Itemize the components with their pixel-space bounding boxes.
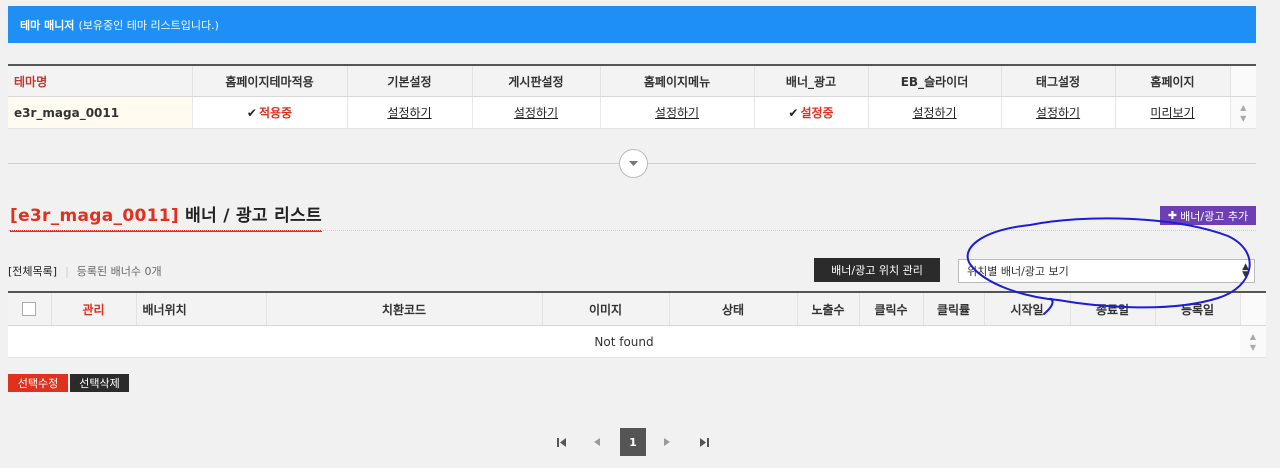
- col-registered: 등록일: [1155, 291, 1241, 326]
- board-settings-link[interactable]: 설정하기: [514, 106, 558, 120]
- top-banner: 테마 매니저 (보유중인 테마 리스트입니다.): [8, 6, 1256, 43]
- col-slider: EB_슬라이더: [868, 64, 1002, 97]
- header-spacer: [1230, 64, 1256, 97]
- theme-table-header: 테마명 홈페이지테마적용 기본설정 게시판설정 홈페이지메뉴 배너_광고 EB_…: [8, 64, 1256, 97]
- position-filter-select[interactable]: 위치별 배너/광고 보기 ▲ ▼: [958, 259, 1255, 283]
- registered-count: 등록된 배너수 0개: [76, 265, 162, 278]
- slider-settings-link[interactable]: 설정하기: [912, 106, 956, 120]
- basic-settings-link[interactable]: 설정하기: [387, 106, 431, 120]
- col-menu: 홈페이지메뉴: [600, 64, 755, 97]
- col-apply: 홈페이지테마적용: [192, 64, 348, 97]
- last-page-icon[interactable]: [693, 428, 715, 456]
- table-row: Not found ▲ ▼: [8, 325, 1266, 358]
- theme-name-cell: e3r_maga_0011: [8, 96, 193, 129]
- title-bracket-open: [: [10, 206, 19, 226]
- all-list-link[interactable]: [전체목록]: [8, 265, 57, 278]
- banner-table: 관리 배너위치 치환코드 이미지 상태 노출수 클릭수 클릭률 시작일 종료일 …: [8, 291, 1266, 358]
- col-theme-name: 테마명: [8, 64, 193, 97]
- check-icon: ✔: [246, 106, 257, 120]
- col-home: 홈페이지: [1115, 64, 1231, 97]
- manage-position-button[interactable]: 배너/광고 위치 관리: [814, 258, 940, 282]
- title-text: 배너 / 광고 리스트: [178, 206, 322, 226]
- title-bracket-close: ]: [170, 206, 179, 226]
- next-page-icon[interactable]: [656, 428, 678, 456]
- header-spacer: [1240, 291, 1266, 326]
- chevron-down-icon[interactable]: [619, 149, 648, 178]
- col-impressions: 노출수: [797, 291, 860, 326]
- plus-icon: ✚: [1167, 209, 1178, 222]
- scroll-up-icon[interactable]: ▲: [1250, 331, 1256, 342]
- col-start: 시작일: [984, 291, 1071, 326]
- col-end: 종료일: [1070, 291, 1156, 326]
- menu-settings-link[interactable]: 설정하기: [655, 106, 699, 120]
- add-banner-button[interactable]: ✚ 배너/광고 추가: [1160, 206, 1256, 225]
- select-value: 위치별 배너/광고 보기: [967, 265, 1069, 278]
- summary-separator: |: [65, 265, 69, 278]
- delete-selected-button[interactable]: 선택삭제: [70, 374, 129, 392]
- col-code: 치환코드: [266, 291, 543, 326]
- select-arrows-icon: ▲ ▼: [1242, 262, 1249, 280]
- col-state: 상태: [669, 291, 798, 326]
- col-tag: 태그설정: [1001, 64, 1116, 97]
- title-rule: [8, 230, 1256, 231]
- banner-status: ✔ 설정중: [754, 96, 869, 129]
- col-board: 게시판설정: [472, 64, 601, 97]
- empty-message: Not found: [8, 325, 1240, 358]
- scroll-up-icon[interactable]: ▲: [1240, 102, 1246, 113]
- scroll-down-icon[interactable]: ▼: [1250, 342, 1256, 353]
- theme-table: 테마명 홈페이지테마적용 기본설정 게시판설정 홈페이지메뉴 배너_광고 EB_…: [8, 64, 1256, 129]
- col-clicks: 클릭수: [859, 291, 924, 326]
- select-all-checkbox[interactable]: [8, 291, 52, 326]
- apply-status: ✔ 적용중: [192, 96, 348, 129]
- banner-table-header: 관리 배너위치 치환코드 이미지 상태 노출수 클릭수 클릭률 시작일 종료일 …: [8, 291, 1266, 326]
- col-banner: 배너_광고: [754, 64, 869, 97]
- prev-page-icon[interactable]: [586, 428, 608, 456]
- col-image: 이미지: [542, 291, 670, 326]
- banner-status-label[interactable]: 설정중: [800, 106, 833, 120]
- title-theme-name: e3r_maga_0011: [18, 206, 171, 226]
- col-ctr: 클릭률: [923, 291, 985, 326]
- page-title: [e3r_maga_0011] 배너 / 광고 리스트: [10, 201, 322, 232]
- page-current[interactable]: 1: [620, 428, 646, 456]
- banner-subtitle: (보유중인 테마 리스트입니다.): [78, 18, 219, 32]
- col-basic: 기본설정: [347, 64, 473, 97]
- table-scrollbar[interactable]: ▲ ▼: [1230, 96, 1256, 129]
- list-summary: [전체목록] | 등록된 배너수 0개: [8, 263, 162, 279]
- edit-selected-button[interactable]: 선택수정: [8, 374, 68, 392]
- col-manage: 관리: [51, 291, 137, 326]
- check-icon: ✔: [788, 106, 799, 120]
- add-banner-label: 배너/광고 추가: [1180, 209, 1249, 223]
- scroll-down-icon[interactable]: ▼: [1240, 113, 1246, 124]
- banner-title: 테마 매니저: [20, 18, 75, 32]
- tag-settings-link[interactable]: 설정하기: [1036, 106, 1080, 120]
- apply-status-label: 적용중: [258, 106, 293, 120]
- col-position: 배너위치: [136, 291, 267, 326]
- table-row: e3r_maga_0011 ✔ 적용중 설정하기 설정하기 설정하기 ✔ 설정중 설…: [8, 96, 1256, 129]
- preview-link[interactable]: 미리보기: [1150, 106, 1194, 120]
- first-page-icon[interactable]: [550, 428, 572, 456]
- table-scrollbar[interactable]: ▲ ▼: [1240, 325, 1266, 358]
